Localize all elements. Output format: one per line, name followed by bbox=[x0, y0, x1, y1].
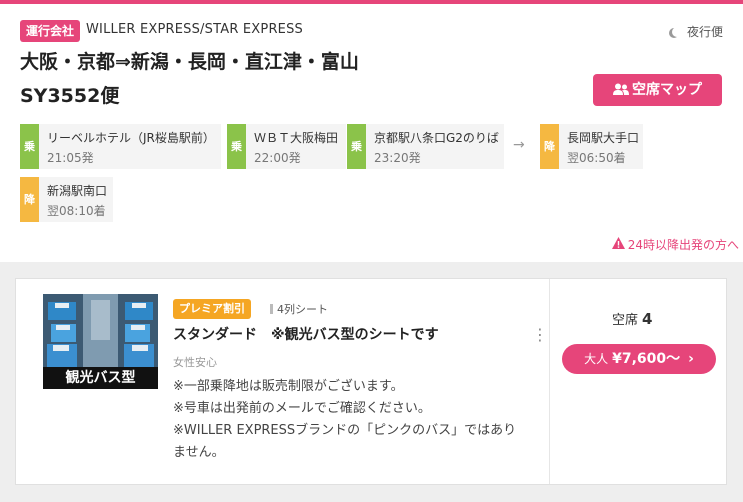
chevron-right-icon: › bbox=[688, 351, 694, 367]
seat-map-label: 空席マップ bbox=[632, 82, 702, 98]
moon-icon bbox=[672, 27, 682, 37]
stop-item: 降 新潟駅南口 翌08:10着 bbox=[20, 177, 113, 222]
stop-time: 23:20発 bbox=[374, 151, 421, 165]
operator-badge: 運行会社 bbox=[20, 20, 81, 42]
vacancy-number: 4 bbox=[642, 310, 653, 328]
more-options-icon[interactable]: ⋮ bbox=[532, 325, 548, 344]
alight-tag: 降 bbox=[20, 177, 39, 222]
price-value: ¥7,600〜 bbox=[612, 351, 681, 367]
stop-name: 新潟駅南口 bbox=[47, 184, 108, 198]
vacancy-count: 空席 4 bbox=[612, 309, 652, 328]
seat-icon bbox=[270, 304, 273, 314]
plan-note: ません。 bbox=[173, 445, 225, 460]
alight-tag: 降 bbox=[540, 124, 559, 169]
adult-price-button[interactable]: 大人 ¥7,600〜 › bbox=[562, 344, 716, 374]
notice-text: 24時以降出発の方へ bbox=[627, 238, 739, 252]
stop-item: 降 長岡駅大手口 翌06:50着 bbox=[540, 124, 643, 169]
stop-time: 翌08:10着 bbox=[47, 204, 106, 218]
stop-name: リーベルホテル（JR桜島駅前） bbox=[47, 131, 215, 145]
stop-item: 乗 京都駅八条口G2のりば 23:20発 bbox=[347, 124, 504, 169]
night-label-text: 夜行便 bbox=[686, 25, 723, 39]
seat-type-title: スタンダード ※観光バス型のシートです bbox=[173, 327, 439, 343]
plan-note: ※一部乗降地は販売制限がございます。 bbox=[173, 379, 404, 394]
people-icon bbox=[613, 76, 629, 108]
board-tag: 乗 bbox=[347, 124, 366, 169]
premium-discount-badge: プレミア割引 bbox=[173, 299, 251, 319]
stop-time: 翌06:50着 bbox=[567, 151, 626, 165]
board-tag: 乗 bbox=[20, 124, 39, 169]
stop-name: 長岡駅大手口 bbox=[567, 131, 640, 145]
stop-time: 21:05発 bbox=[47, 151, 94, 165]
bus-image-caption: 観光バス型 bbox=[43, 367, 158, 389]
stop-item: 乗 ＷＢＴ大阪梅田 22:00発 bbox=[227, 124, 346, 169]
seat-rows-text: 4列シート bbox=[277, 303, 328, 316]
column-divider bbox=[549, 279, 550, 484]
stop-item: 乗 リーベルホテル（JR桜島駅前） 21:05発 bbox=[20, 124, 221, 169]
night-bus-label: 夜行便 bbox=[672, 23, 723, 40]
route-title: 大阪・京都⇒新潟・長岡・直江津・富山 bbox=[20, 51, 359, 73]
seat-map-button[interactable]: 空席マップ bbox=[593, 74, 722, 106]
stop-name: 京都駅八条口G2のりば bbox=[374, 131, 499, 145]
stop-name: ＷＢＴ大阪梅田 bbox=[254, 131, 339, 145]
arrow-right-icon: → bbox=[513, 137, 525, 153]
seat-rows-label: 4列シート bbox=[270, 301, 328, 317]
warning-icon bbox=[611, 237, 625, 252]
late-departure-notice-link[interactable]: 24時以降出発の方へ bbox=[611, 236, 739, 253]
adult-label: 大人 bbox=[584, 352, 609, 366]
trip-header-card: 運行会社 WILLER EXPRESS/STAR EXPRESS 夜行便 大阪・… bbox=[0, 4, 743, 262]
vacancy-label: 空席 bbox=[612, 313, 639, 328]
stop-time: 22:00発 bbox=[254, 151, 301, 165]
plan-note: ※WILLER EXPRESSブランドの「ピンクのバス」ではあり bbox=[173, 423, 517, 438]
female-safe-label: 女性安心 bbox=[173, 356, 217, 369]
plan-note: ※号車は出発前のメールでご確認ください。 bbox=[173, 401, 431, 416]
flight-number: SY3552便 bbox=[20, 85, 120, 107]
plan-card: 観光バス型 プレミア割引 4列シート スタンダード ※観光バス型のシートです ⋮… bbox=[15, 278, 727, 485]
operator-name: WILLER EXPRESS/STAR EXPRESS bbox=[86, 22, 303, 37]
bus-interior-image: 観光バス型 bbox=[43, 294, 158, 389]
board-tag: 乗 bbox=[227, 124, 246, 169]
